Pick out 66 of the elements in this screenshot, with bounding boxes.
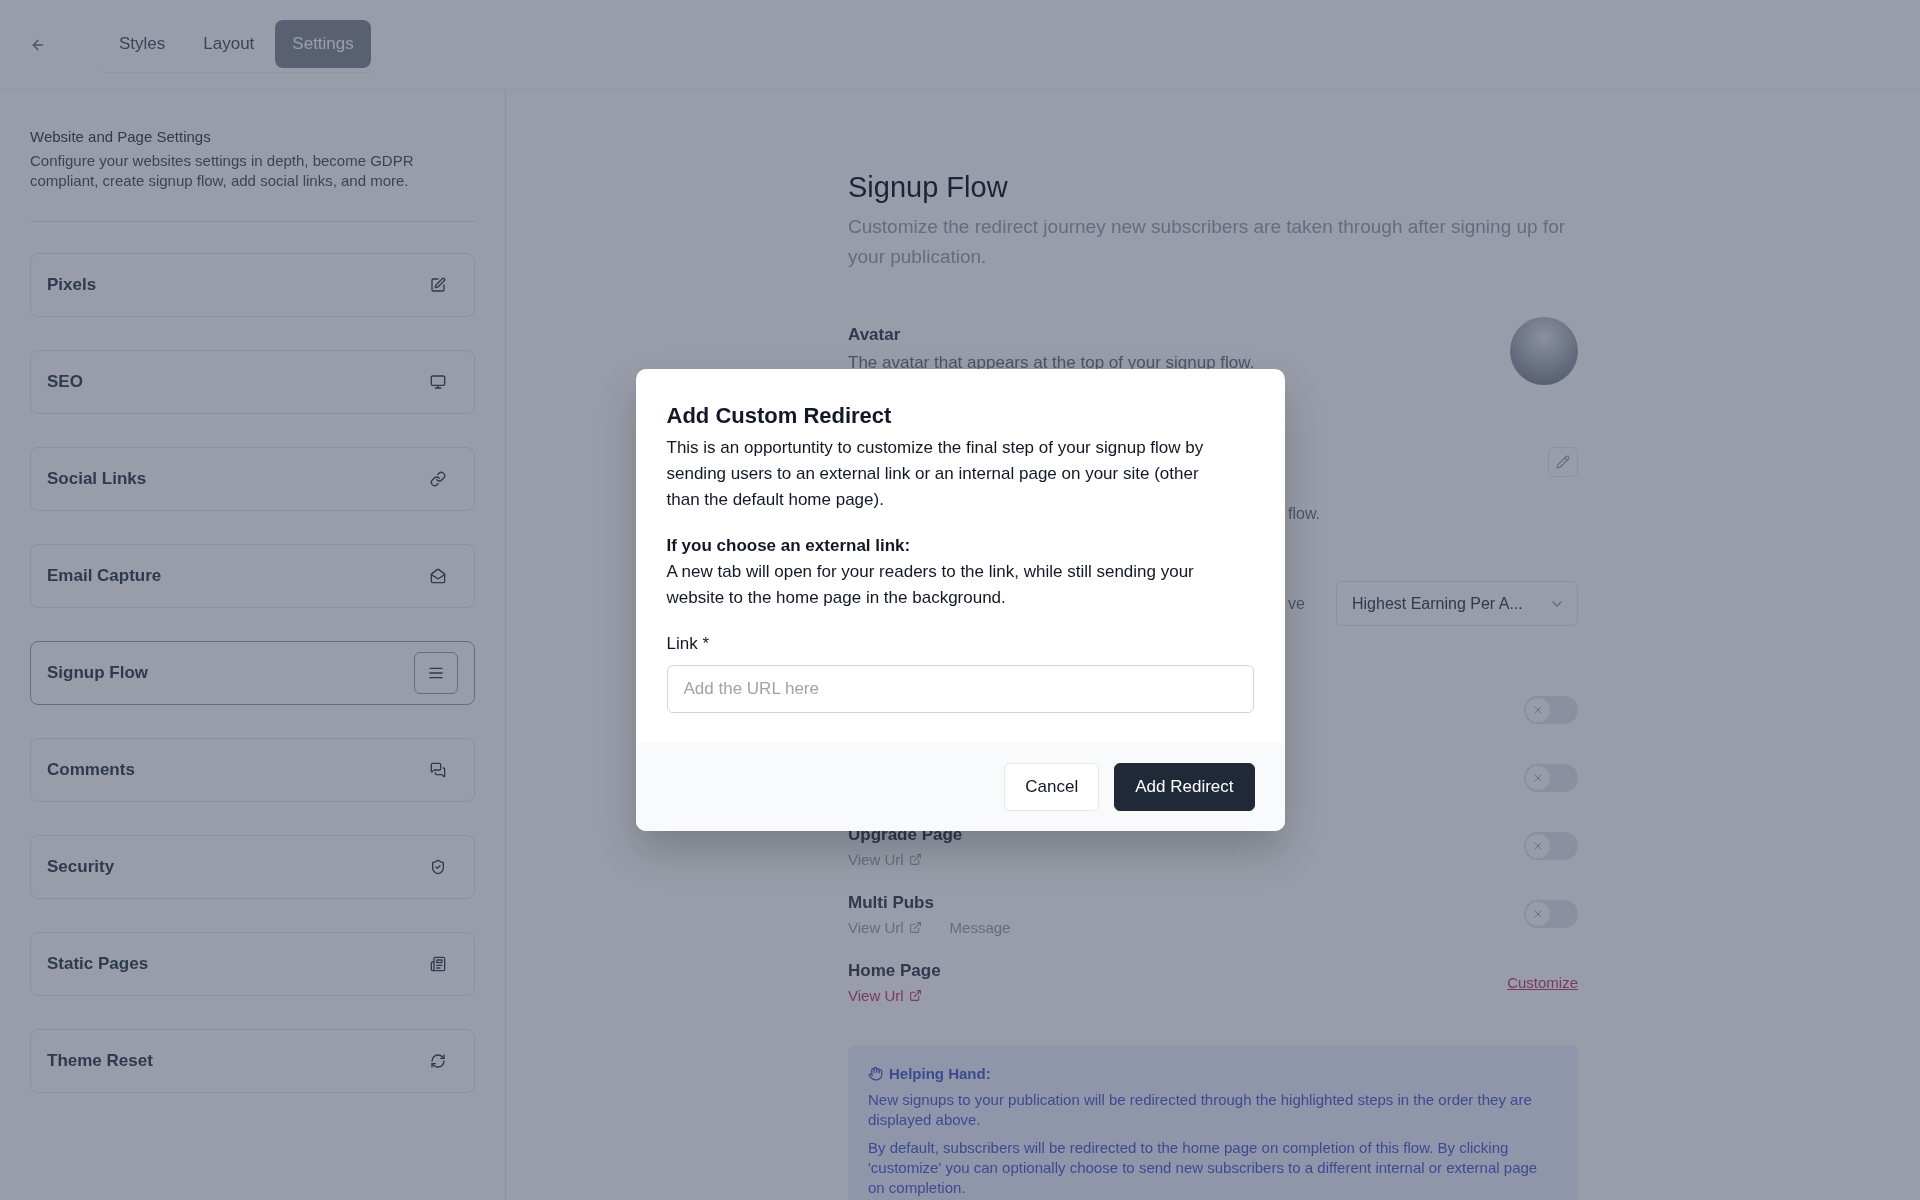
cancel-button[interactable]: Cancel [1004,763,1100,811]
helping-hand-title: Helping Hand: [889,1065,991,1082]
monitor-icon [430,374,446,390]
row-title: Avatar [848,325,902,345]
edit-button[interactable] [1548,447,1578,477]
settings-item[interactable]: Static Pages [30,932,475,996]
settings-item[interactable]: Comments [30,738,475,802]
settings-item[interactable]: Signup Flow [30,641,475,705]
chat-bubbles-icon [430,762,446,778]
step-title: Home Page [848,960,941,981]
settings-item-label: Security [47,857,115,877]
settings-item[interactable]: Theme Reset [30,1029,475,1093]
external-link-icon [908,852,922,866]
settings-item-label: Signup Flow [47,663,149,683]
pencil-icon [1556,455,1570,469]
sidebar-title: Website and Page Settings [30,128,212,145]
field-label: Link * [666,633,711,655]
toggle-switch[interactable] [1524,764,1578,792]
toggle-switch[interactable] [1524,900,1578,928]
customize-link[interactable]: Customize [1507,973,1578,991]
tab[interactable]: Styles [102,20,183,68]
tab[interactable]: Settings [275,20,371,68]
close-icon [1532,772,1544,784]
settings-item-label: Email Capture [47,566,162,586]
row-description: flow. [1288,505,1321,523]
settings-item[interactable]: SEO [30,350,475,414]
close-icon [1532,840,1544,852]
step-title: Multi Pubs [848,892,935,913]
close-icon [1532,704,1544,716]
page-title: Signup Flow [848,170,1009,205]
settings-item[interactable]: Social Links [30,447,475,511]
settings-item[interactable]: Email Capture [30,544,475,608]
settings-item-label: SEO [47,372,83,392]
dialog-subheading: If you choose an external link: [666,535,912,557]
dialog-title: Add Custom Redirect [666,403,893,429]
envelope-icon [430,568,446,584]
settings-item[interactable]: Pixels [30,253,475,317]
row-label: ve [1288,594,1305,613]
toggle-switch[interactable] [1524,832,1578,860]
shield-check-icon [430,859,446,875]
hand-icon [868,1066,883,1081]
view-url-link[interactable]: View Url [848,986,922,1004]
tab[interactable]: Layout [186,20,272,68]
newspaper-icon [430,956,446,972]
refresh-icon [430,1053,446,1069]
dialog-text: This is an opportuntity to customize the final step of your signup flow by sending users to an external link or an internal page on your site (other than the default home page). [666,437,1205,511]
external-link-icon [908,988,922,1002]
help-paragraph: New signups to your publication will be redirected through the highlighted steps in the order they are displayed above. [868,1090,1533,1130]
close-icon [1532,908,1544,920]
settings-item-label: Theme Reset [47,1051,153,1071]
link-icon [430,471,446,487]
dialog-text: A new tab will open for your readers to the link, while still sending your website to the home page in the background. [666,561,1195,609]
external-link-icon [908,920,922,934]
sidebar-description: Configure your websites settings in depth, become GDPR compliant, create signup flow, add social links, and more. [30,151,415,191]
list-icon [414,652,458,694]
edit-icon [430,277,446,293]
settings-item-label: Comments [47,760,135,780]
url-input-field[interactable]: Add the URL here [666,665,1254,713]
settings-item[interactable]: Security [30,835,475,899]
toggle-switch[interactable] [1524,696,1578,724]
settings-item-label: Static Pages [47,954,149,974]
settings-item-label: Pixels [47,275,97,295]
help-paragraph: By default, subscribers will be redirected to the home page on completion of this flow. By clicking 'customize' you can optionally choose to send new subscribers to a different internal or external page on completion. [868,1138,1539,1198]
settings-item-label: Social Links [47,469,147,489]
select-dropdown[interactable]: Highest Earning Per A... [1336,581,1578,626]
add-redirect-button[interactable]: Add Redirect [1114,763,1255,811]
